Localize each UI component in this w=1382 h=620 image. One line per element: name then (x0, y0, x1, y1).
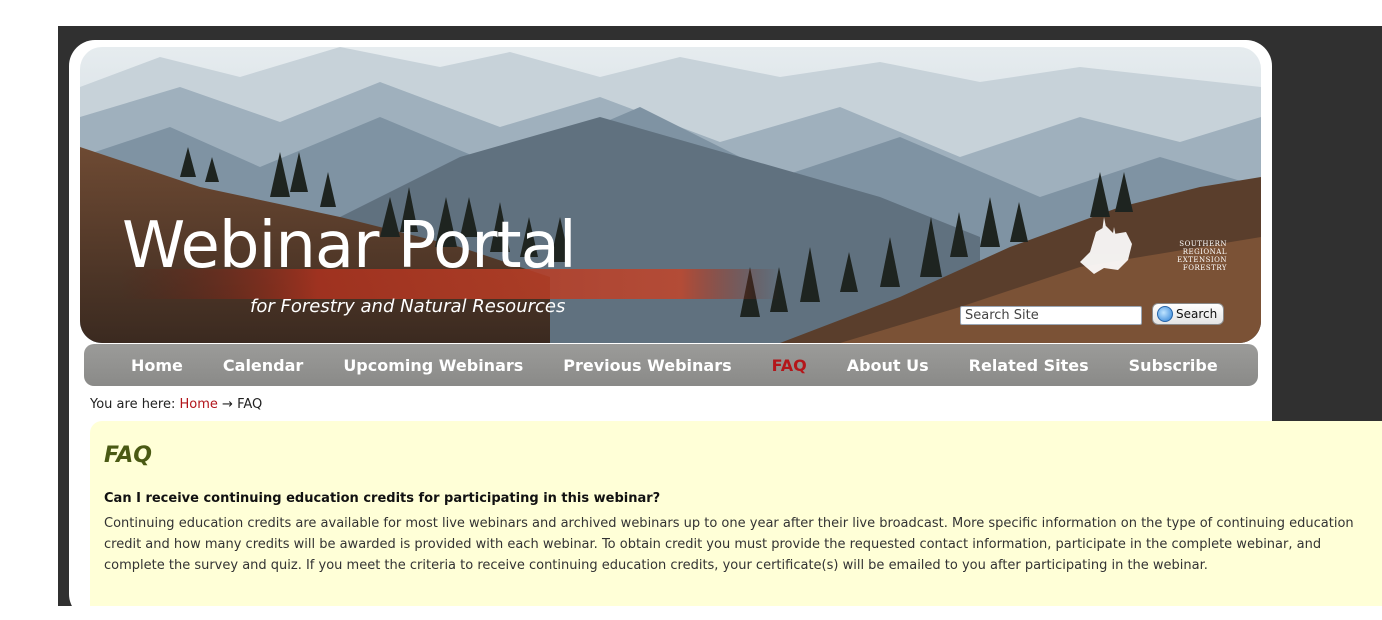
nav-item-calendar[interactable]: Calendar (223, 356, 303, 375)
logo-line: SOUTHERN (1179, 240, 1227, 248)
search-button[interactable]: Search (1152, 303, 1224, 325)
nav-item-previous-webinars[interactable]: Previous Webinars (563, 356, 731, 375)
nav-item-home[interactable]: Home (131, 356, 183, 375)
page-title: FAQ (104, 443, 152, 468)
search-button-label: Search (1176, 307, 1218, 321)
faq-content-panel: FAQ Can I receive continuing education c… (90, 421, 1382, 606)
faq-answer: Continuing education credits are availab… (104, 516, 1354, 573)
srs-forestry-logo: SOUTHERN REGIONAL EXTENSION FORESTRY (1155, 240, 1227, 272)
site-title: Webinar Portal (122, 209, 577, 283)
nav-item-faq[interactable]: FAQ (772, 356, 807, 375)
breadcrumb: You are here: Home → FAQ (90, 397, 262, 412)
nav-item-subscribe[interactable]: Subscribe (1129, 356, 1218, 375)
site-subtitle: for Forestry and Natural Resources (250, 296, 566, 317)
main-nav: Home Calendar Upcoming Webinars Previous… (84, 344, 1258, 386)
nav-item-related-sites[interactable]: Related Sites (969, 356, 1089, 375)
search-input[interactable] (960, 306, 1142, 325)
nav-item-about-us[interactable]: About Us (847, 356, 929, 375)
logo-line: REGIONAL (1182, 248, 1227, 256)
logo-line: FORESTRY (1182, 264, 1227, 272)
breadcrumb-home-link[interactable]: Home (180, 397, 218, 412)
breadcrumb-current: FAQ (237, 397, 263, 412)
nav-item-upcoming-webinars[interactable]: Upcoming Webinars (343, 356, 523, 375)
breadcrumb-arrow-icon: → (222, 397, 233, 412)
faq-question: Can I receive continuing education credi… (104, 491, 661, 506)
logo-line: EXTENSION (1177, 256, 1227, 264)
search-icon (1157, 306, 1173, 322)
breadcrumb-prefix: You are here: (90, 397, 176, 412)
